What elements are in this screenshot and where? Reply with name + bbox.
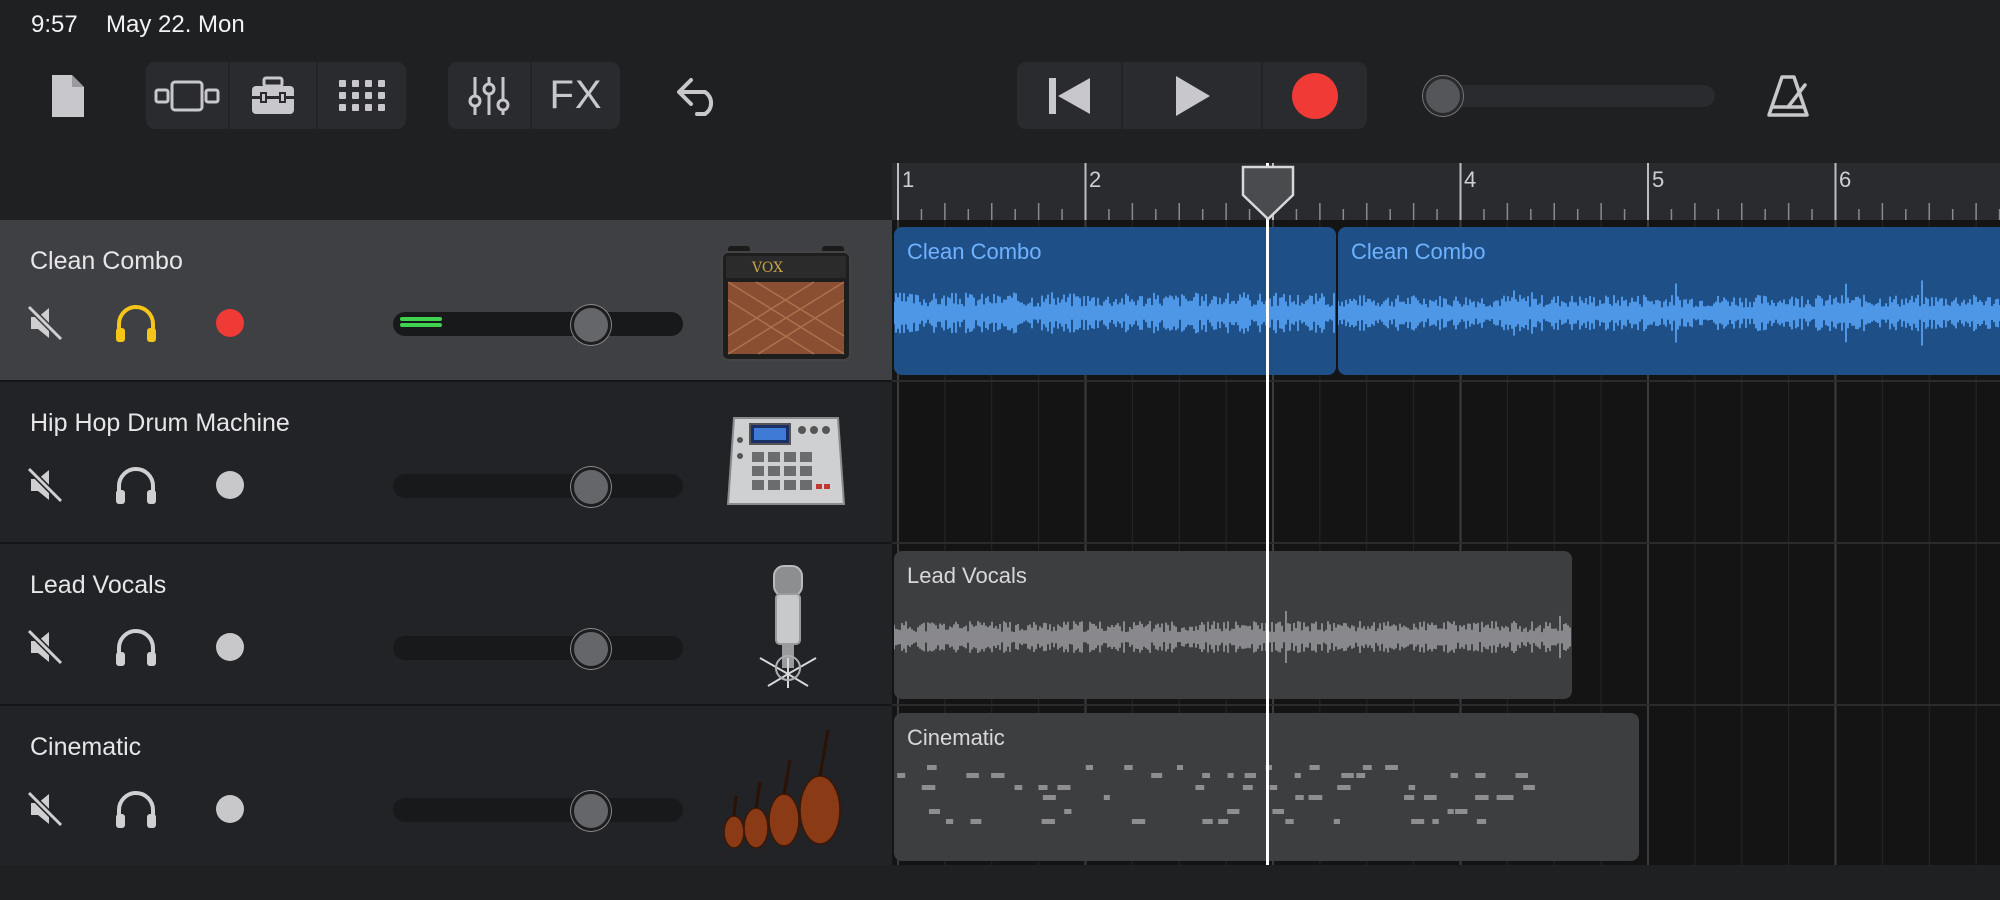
playhead[interactable] — [1266, 163, 1269, 865]
mute-button[interactable] — [22, 624, 68, 670]
ruler-ticks — [897, 163, 2000, 220]
mute-button[interactable] — [22, 786, 68, 832]
speaker-muted-icon — [26, 466, 64, 504]
track-volume-slider[interactable] — [393, 474, 683, 498]
audio-region[interactable]: Lead Vocals — [894, 551, 1572, 699]
view-button-group — [146, 62, 406, 129]
ruler-bar-number: 1 — [902, 167, 915, 192]
grid-icon — [339, 79, 385, 111]
ruler[interactable]: 1 2 3 4 5 6 — [892, 163, 2000, 220]
guitar-amp-icon: VOX — [721, 246, 851, 361]
mute-button[interactable] — [22, 300, 68, 346]
record-enable-button[interactable] — [207, 300, 253, 346]
track-headers: Clean Combo VOX Hip Hop Drum Machine Lea… — [0, 220, 892, 868]
record-enable-icon — [216, 471, 244, 499]
tracks-view-icon — [154, 80, 220, 111]
toolbox-icon — [252, 76, 294, 114]
record-icon — [1292, 72, 1338, 119]
waveform — [894, 611, 1571, 663]
drum-machine-icon — [726, 417, 846, 505]
record-enable-icon — [216, 633, 244, 661]
play-icon — [1176, 75, 1210, 116]
master-volume-knob[interactable] — [1423, 76, 1463, 116]
track-header-hip-hop-drum-machine[interactable]: Hip Hop Drum Machine — [0, 382, 892, 544]
solo-button[interactable] — [113, 462, 159, 508]
ruler-bar-number: 4 — [1464, 167, 1477, 192]
svg-text:VOX: VOX — [751, 260, 783, 276]
metronome-icon — [1767, 74, 1809, 117]
strings-icon — [723, 729, 841, 849]
track-volume-knob[interactable] — [571, 791, 611, 831]
browser-button[interactable] — [230, 62, 318, 129]
solo-button[interactable] — [113, 786, 159, 832]
grid-view-button[interactable] — [318, 62, 406, 129]
metronome-button[interactable] — [1765, 62, 1811, 129]
track-name: Hip Hop Drum Machine — [30, 409, 290, 437]
headphones-icon — [116, 791, 156, 828]
track-volume-knob[interactable] — [571, 467, 611, 507]
mixer-fx-group: FX — [448, 62, 620, 129]
speaker-muted-icon — [26, 790, 64, 828]
track-name: Lead Vocals — [30, 571, 167, 599]
mute-button[interactable] — [22, 462, 68, 508]
track-lane[interactable] — [892, 382, 2000, 544]
waveform — [1338, 280, 2000, 346]
headphones-icon — [116, 629, 156, 666]
record-enable-icon — [216, 309, 244, 337]
mixer-button[interactable] — [448, 62, 532, 129]
undo-icon — [677, 77, 713, 116]
status-time: 9:57 — [31, 11, 78, 38]
track-header-clean-combo[interactable]: Clean Combo VOX — [0, 220, 892, 382]
track-name: Clean Combo — [30, 247, 183, 275]
track-volume-knob[interactable] — [571, 629, 611, 669]
track-header-lead-vocals[interactable]: Lead Vocals — [0, 544, 892, 706]
status-date: May 22. Mon — [106, 11, 245, 38]
speaker-muted-icon — [26, 628, 64, 666]
track-header-cinematic[interactable]: Cinematic — [0, 706, 892, 868]
record-enable-button[interactable] — [207, 624, 253, 670]
headphones-icon — [116, 467, 156, 504]
mixer-sliders-icon — [468, 76, 510, 115]
document-icon — [52, 74, 84, 117]
fx-label: FX — [549, 73, 603, 117]
master-volume-slider[interactable] — [1425, 85, 1715, 107]
record-enable-icon — [216, 795, 244, 823]
ruler-bar-number: 2 — [1089, 167, 1102, 192]
audio-region[interactable]: Clean Combo — [1338, 227, 2000, 375]
track-volume-slider[interactable] — [393, 636, 683, 660]
solo-button[interactable] — [113, 300, 159, 346]
go-to-beginning-button[interactable] — [1017, 62, 1123, 129]
record-enable-button[interactable] — [207, 462, 253, 508]
audio-region[interactable]: Clean Combo — [894, 227, 1336, 375]
record-button[interactable] — [1263, 62, 1367, 129]
microphone-icon — [759, 565, 817, 688]
level-meter — [400, 317, 442, 331]
status-bar: 9:57 May 22. Mon — [0, 0, 2000, 46]
transport-group — [1017, 62, 1367, 129]
headphones-icon — [116, 305, 156, 342]
bottom-strip — [0, 865, 2000, 900]
speaker-muted-icon — [26, 304, 64, 342]
playhead-handle[interactable] — [1240, 165, 1296, 221]
undo-button[interactable] — [668, 62, 730, 129]
my-songs-button[interactable] — [40, 62, 96, 129]
tracks-view-button[interactable] — [146, 62, 230, 129]
fx-button[interactable]: FX — [532, 62, 620, 129]
ruler-bar-number: 5 — [1652, 167, 1665, 192]
skip-back-icon — [1049, 77, 1090, 114]
record-enable-button[interactable] — [207, 786, 253, 832]
waveform — [894, 292, 1335, 334]
track-name: Cinematic — [30, 733, 142, 761]
timeline[interactable]: 1 2 3 4 5 6 Clean Combo Clean Combo Lead… — [892, 163, 2000, 865]
track-volume-knob[interactable] — [571, 305, 611, 345]
ruler-bar-number: 6 — [1839, 167, 1852, 192]
solo-button[interactable] — [113, 624, 159, 670]
play-button[interactable] — [1123, 62, 1263, 129]
track-volume-slider[interactable] — [393, 798, 683, 822]
